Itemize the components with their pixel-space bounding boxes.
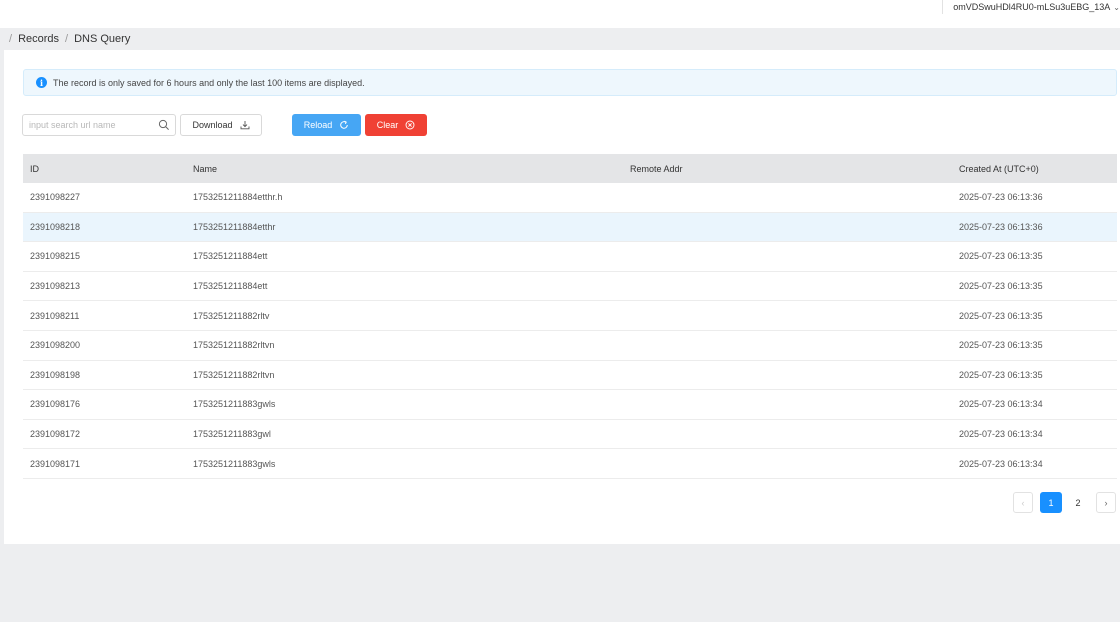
table-row[interactable]: 2391098218 1753251211884etthr 2025-07-23…: [23, 212, 1117, 243]
breadcrumb-item-records[interactable]: Records: [18, 33, 59, 45]
table-row[interactable]: 2391098176 1753251211883gwls 2025-07-23 …: [23, 390, 1117, 420]
pagination-next-button[interactable]: ›: [1096, 492, 1116, 513]
cell-name: 1753251211882rltv: [193, 310, 270, 321]
pagination-prev-button[interactable]: ‹: [1013, 492, 1033, 513]
cell-id: 2391098171: [30, 458, 81, 469]
alert-text: The record is only saved for 6 hours and…: [53, 77, 365, 88]
cell-id: 2391098218: [30, 221, 81, 232]
cell-created-at: 2025-07-23 06:13:36: [959, 221, 1043, 232]
cell-id: 2391098200: [30, 340, 81, 351]
column-header-id: ID: [30, 163, 39, 174]
cell-created-at: 2025-07-23 06:13:34: [959, 458, 1043, 469]
reload-label: Reload: [303, 120, 333, 130]
cell-name: 1753251211883gwls: [193, 458, 276, 469]
cell-id: 2391098227: [30, 192, 81, 203]
info-alert: i The record is only saved for 6 hours a…: [23, 69, 1117, 96]
cell-created-at: 2025-07-23 06:13:35: [959, 251, 1043, 262]
close-circle-icon: [405, 120, 415, 130]
download-button[interactable]: Download: [180, 114, 262, 136]
table-row[interactable]: 2391098171 1753251211883gwls 2025-07-23 …: [23, 449, 1117, 479]
user-label: omVDSwuHDl4RU0-mLSu3uEBG_13A: [953, 2, 1111, 12]
table-header: ID Name Remote Addr Created At (UTC+0): [23, 154, 1117, 183]
reload-icon: [340, 120, 349, 129]
cell-id: 2391098172: [30, 429, 81, 440]
download-label: Download: [192, 120, 233, 130]
breadcrumb-separator: /: [65, 33, 69, 45]
table-row[interactable]: 2391098227 1753251211884etthr.h 2025-07-…: [23, 183, 1117, 213]
table-row[interactable]: 2391098213 1753251211884ett 2025-07-23 0…: [23, 272, 1117, 302]
search-input[interactable]: [23, 116, 153, 134]
search-icon[interactable]: [158, 119, 170, 131]
search-box: [22, 114, 176, 136]
column-header-remote-addr: Remote Addr: [630, 163, 683, 174]
cell-name: 1753251211884ett: [193, 281, 268, 292]
main-card: i The record is only saved for 6 hours a…: [4, 50, 1120, 544]
table-row[interactable]: 2391098198 1753251211882rltvn 2025-07-23…: [23, 361, 1117, 391]
cell-id: 2391098213: [30, 281, 81, 292]
pagination-page-2[interactable]: 2: [1067, 492, 1089, 513]
cell-id: 2391098215: [30, 251, 81, 262]
chevron-down-icon: ⌄: [1113, 2, 1120, 12]
clear-label: Clear: [376, 120, 399, 130]
pagination-page-1[interactable]: 1: [1040, 492, 1062, 513]
table-row[interactable]: 2391098200 1753251211882rltvn 2025-07-23…: [23, 331, 1117, 361]
cell-created-at: 2025-07-23 06:13:35: [959, 281, 1043, 292]
column-header-created-at: Created At (UTC+0): [959, 163, 1039, 174]
dns-records-table: ID Name Remote Addr Created At (UTC+0) 2…: [23, 154, 1117, 479]
cell-id: 2391098176: [30, 399, 81, 410]
cell-created-at: 2025-07-23 06:13:34: [959, 429, 1043, 440]
table-row[interactable]: 2391098215 1753251211884ett 2025-07-23 0…: [23, 242, 1117, 272]
cell-name: 1753251211883gwl: [193, 429, 271, 440]
cell-name: 1753251211882rltvn: [193, 340, 275, 351]
cell-name: 1753251211884etthr: [193, 221, 276, 232]
cell-id: 2391098198: [30, 369, 81, 380]
cell-created-at: 2025-07-23 06:13:34: [959, 399, 1043, 410]
clear-button[interactable]: Clear: [365, 114, 427, 136]
info-icon: i: [36, 77, 47, 88]
cell-name: 1753251211884etthr.h: [193, 192, 283, 203]
cell-name: 1753251211883gwls: [193, 399, 276, 410]
table-row[interactable]: 2391098172 1753251211883gwl 2025-07-23 0…: [23, 420, 1117, 450]
breadcrumb-separator: /: [9, 33, 13, 45]
column-header-name: Name: [193, 163, 218, 174]
table-row[interactable]: 2391098211 1753251211882rltv 2025-07-23 …: [23, 301, 1117, 331]
download-icon: [240, 121, 249, 130]
top-bar: omVDSwuHDl4RU0-mLSu3uEBG_13A ⌄: [0, 0, 1120, 28]
cell-created-at: 2025-07-23 06:13:36: [959, 192, 1043, 203]
breadcrumb-item-dns-query: DNS Query: [74, 33, 131, 45]
breadcrumb: / Records / DNS Query: [0, 28, 1120, 50]
cell-id: 2391098211: [30, 310, 80, 321]
cell-created-at: 2025-07-23 06:13:35: [959, 369, 1043, 380]
reload-button[interactable]: Reload: [292, 114, 361, 136]
cell-name: 1753251211882rltvn: [193, 369, 275, 380]
cell-created-at: 2025-07-23 06:13:35: [959, 340, 1043, 351]
user-menu[interactable]: omVDSwuHDl4RU0-mLSu3uEBG_13A ⌄: [942, 0, 1120, 14]
cell-created-at: 2025-07-23 06:13:35: [959, 310, 1043, 321]
cell-name: 1753251211884ett: [193, 251, 268, 262]
